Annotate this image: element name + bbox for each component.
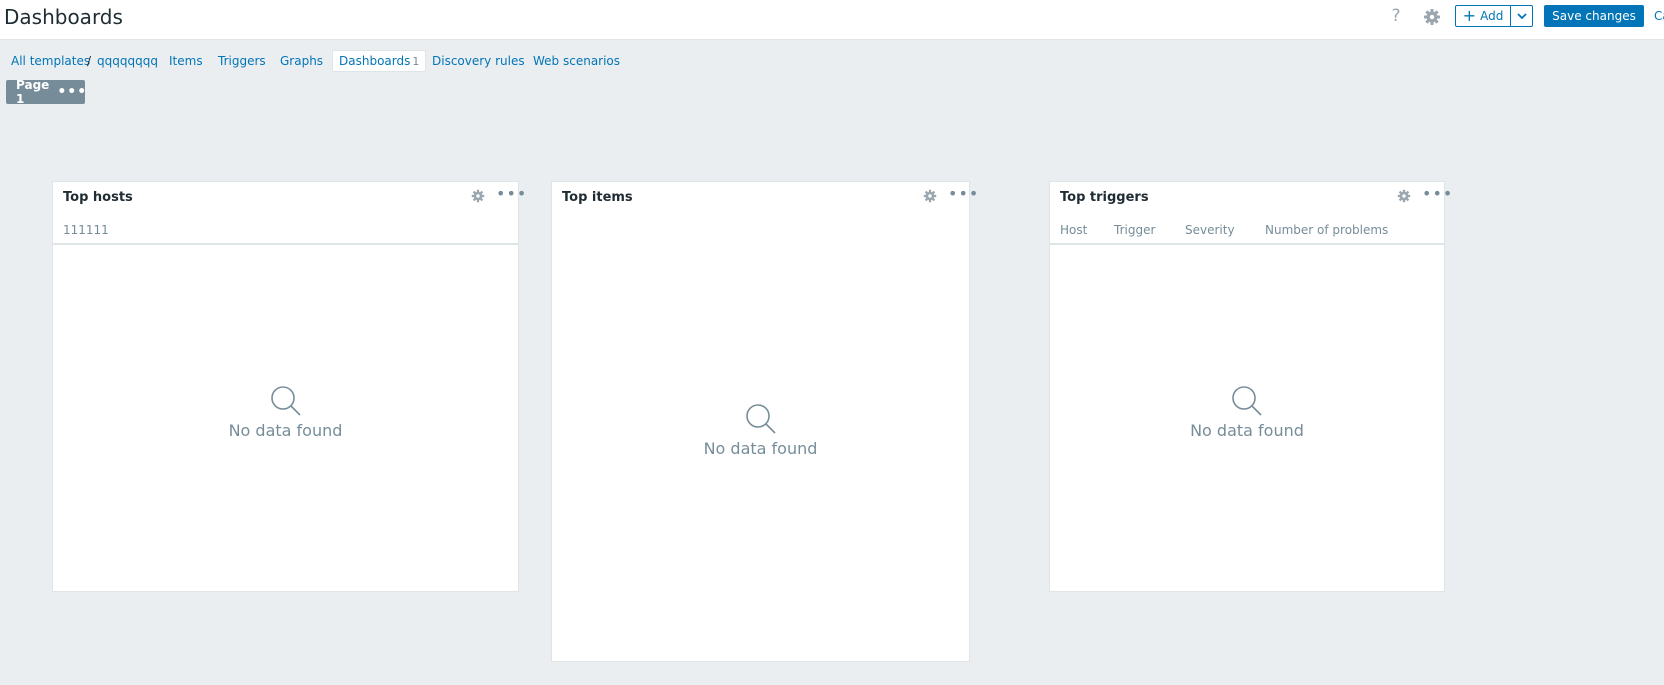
widget-top-triggers: Top triggers ••• Host Trigger Severity N… — [1049, 181, 1452, 592]
page-title: Dashboards — [4, 5, 123, 29]
add-button-label: Add — [1480, 9, 1504, 23]
tab-dashboards-count: 1 — [412, 55, 420, 68]
page-tab-menu-icon[interactable]: ••• — [57, 84, 87, 100]
widget-column-header: 111111 — [53, 219, 518, 245]
add-dropdown-button[interactable] — [1511, 5, 1533, 27]
column-header-severity: Severity — [1185, 223, 1235, 237]
dashboard-properties-gear-icon[interactable] — [1423, 8, 1441, 26]
dashboard-page-tab[interactable]: Page 1 ••• — [6, 78, 87, 106]
breadcrumb-all-templates[interactable]: All templates — [11, 50, 90, 72]
page-header: Dashboards ? + Add Save changes Ca — [0, 0, 1664, 40]
search-icon — [745, 404, 776, 434]
tab-web-scenarios[interactable]: Web scenarios — [533, 50, 620, 72]
widget-menu-icon[interactable]: ••• — [496, 184, 527, 203]
tab-items[interactable]: Items — [169, 50, 203, 72]
column-header-number-of-problems: Number of problems — [1265, 223, 1389, 237]
no-data-message: No data found — [1050, 385, 1444, 440]
help-icon[interactable]: ? — [1389, 6, 1403, 28]
tab-graphs[interactable]: Graphs — [280, 50, 323, 72]
widget-title: Top triggers — [1060, 190, 1149, 205]
widget-title: Top items — [562, 190, 633, 205]
plus-icon: + — [1462, 6, 1477, 25]
widget-gear-icon[interactable] — [923, 189, 937, 203]
widget-menu-icon[interactable]: ••• — [1422, 184, 1453, 203]
column-header: 111111 — [63, 223, 109, 237]
widget-top-hosts: Top hosts ••• 111111 No data found — [52, 181, 526, 592]
save-changes-button[interactable]: Save changes — [1544, 5, 1644, 27]
no-data-text: No data found — [228, 421, 343, 440]
no-data-text: No data found — [703, 439, 818, 458]
chevron-down-icon — [1516, 13, 1527, 19]
breadcrumb-template-name[interactable]: qqqqqqqq — [97, 50, 158, 72]
breadcrumb-separator: / — [87, 54, 92, 68]
tab-discovery-rules[interactable]: Discovery rules — [432, 50, 525, 72]
widget-menu-icon[interactable]: ••• — [948, 184, 979, 203]
no-data-message: No data found — [53, 385, 518, 440]
column-header-trigger: Trigger — [1114, 223, 1156, 237]
widget-title: Top hosts — [63, 190, 133, 205]
tab-dashboards-label: Dashboards — [339, 54, 411, 68]
widget-gear-icon[interactable] — [471, 189, 485, 203]
column-header-host: Host — [1060, 223, 1088, 237]
search-icon — [1232, 386, 1262, 416]
add-widget-button[interactable]: + Add — [1455, 5, 1511, 27]
widget-column-header: Host Trigger Severity Number of problems — [1050, 219, 1444, 245]
search-icon — [270, 386, 301, 416]
widget-gear-icon[interactable] — [1397, 189, 1411, 203]
page-tab-label: Page 1 — [16, 78, 50, 106]
cancel-link[interactable]: Ca — [1654, 9, 1664, 23]
no-data-text: No data found — [1190, 421, 1304, 440]
tab-dashboards[interactable]: Dashboards 1 — [332, 50, 427, 72]
no-data-message: No data found — [552, 403, 969, 458]
widget-top-items: Top items ••• No data found — [551, 181, 978, 662]
tab-triggers[interactable]: Triggers — [218, 50, 266, 72]
